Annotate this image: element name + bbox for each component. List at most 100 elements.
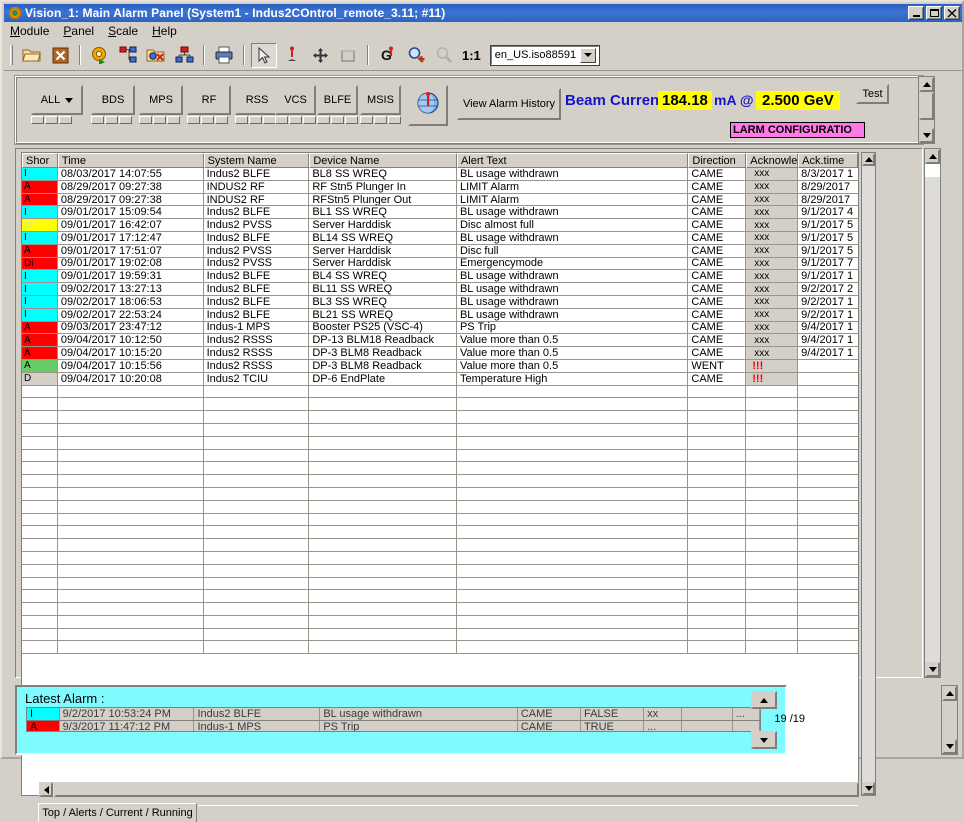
select-arrow-icon[interactable] xyxy=(251,42,277,68)
alarm-table-horizontal-scrollbar[interactable] xyxy=(39,782,859,797)
table-row[interactable]: A 08/29/2017 09:27:38 INDUS2 RF RFStn5 Plun… xyxy=(22,193,858,207)
table-row[interactable]: I 09/02/2017 18:06:53 Indus2 BLFE BL3 SS WR… xyxy=(22,295,858,309)
zoom-out-icon[interactable] xyxy=(431,43,457,68)
latest-alarm-row[interactable]: I 9/2/2017 10:53:24 PM Indus2 BLFE BL usage… xyxy=(27,708,760,721)
table-row[interactable]: A 09/04/2017 10:15:56 Indus2 RSSS DP-3 BLM8… xyxy=(22,359,858,373)
table-row-empty[interactable] xyxy=(22,551,858,565)
table-row[interactable]: I 09/02/2017 22:53:24 Indus2 BLFE BL21 SS W… xyxy=(22,308,858,322)
table-row-empty[interactable] xyxy=(22,526,858,540)
scroll-left-icon[interactable] xyxy=(39,782,53,797)
test-button[interactable]: Test xyxy=(856,84,889,104)
menu-item-help[interactable]: Help xyxy=(152,24,177,38)
bottom-panel-scrollbar[interactable] xyxy=(941,685,958,755)
alarm-table-vertical-scrollbar[interactable] xyxy=(861,152,876,796)
table-row[interactable]: Di 09/01/2017 19:02:08 Indus2 PVSS Server H… xyxy=(22,257,858,271)
scroll-down-icon[interactable] xyxy=(862,782,875,795)
table-row[interactable]: A 09/01/2017 17:51:07 Indus2 PVSS Server Ha… xyxy=(22,244,858,258)
locale-select[interactable]: en_US.iso88591 xyxy=(489,44,600,66)
scroll-down-icon[interactable] xyxy=(925,662,940,677)
system-button-rss[interactable]: RSS xyxy=(235,85,279,115)
scroll-thumb[interactable] xyxy=(54,782,859,797)
table-row-empty[interactable] xyxy=(22,539,858,552)
column-header-acktime[interactable]: Ack.time xyxy=(798,153,858,168)
gear-play-icon[interactable] xyxy=(87,43,113,68)
table-row-empty[interactable] xyxy=(22,615,858,629)
table-row[interactable]: I 09/01/2017 17:12:47 Indus2 BLFE BL14 SS W… xyxy=(22,231,858,245)
table-row-empty[interactable] xyxy=(22,423,858,437)
table-row-empty[interactable] xyxy=(22,564,858,578)
scroll-up-icon[interactable] xyxy=(925,149,940,164)
scroll-down-icon[interactable] xyxy=(942,739,957,754)
column-header-device[interactable]: Device Name xyxy=(309,153,457,168)
zoom-in-icon[interactable] xyxy=(403,43,429,68)
table-row-empty[interactable] xyxy=(22,385,858,399)
scroll-down-icon[interactable] xyxy=(751,731,777,749)
maximize-button[interactable] xyxy=(926,6,942,20)
table-row-empty[interactable] xyxy=(22,577,858,591)
module-tree-icon[interactable] xyxy=(115,43,141,68)
scroll-up-icon[interactable] xyxy=(919,77,934,92)
zoom-ratio-label[interactable]: 1:1 xyxy=(462,48,481,63)
scroll-up-icon[interactable] xyxy=(942,686,957,701)
open-folder-icon[interactable] xyxy=(19,43,45,68)
table-row[interactable]: W 09/01/2017 16:42:07 Indus2 PVSS Server Ha… xyxy=(22,219,858,232)
rotate-icon[interactable]: G xyxy=(375,43,401,68)
system-button-blfe[interactable]: BLFE xyxy=(317,85,358,115)
table-row[interactable]: A 08/29/2017 09:27:38 INDUS2 RF RF Stn5 Plu… xyxy=(22,180,858,194)
table-row[interactable]: I 09/01/2017 15:09:54 Indus2 BLFE BL1 SS WR… xyxy=(22,206,858,220)
minimize-button[interactable] xyxy=(908,6,924,20)
menu-item-module[interactable]: MModuleodule xyxy=(10,24,49,38)
tab-top-alerts-current-running[interactable]: Top / Alerts / Current / Running xyxy=(38,803,197,822)
system-button-rf[interactable]: RF xyxy=(187,85,231,115)
table-row-empty[interactable] xyxy=(22,628,858,642)
print-icon[interactable] xyxy=(211,43,237,68)
close-panel-icon[interactable] xyxy=(47,43,73,68)
table-row[interactable]: A 09/04/2017 10:12:50 Indus2 RSSS DP-13 BLM… xyxy=(22,334,858,348)
table-row[interactable]: I 09/02/2017 13:27:13 Indus2 BLFE BL11 SS W… xyxy=(22,283,858,296)
folder-settings-icon[interactable] xyxy=(143,43,169,68)
scroll-up-icon[interactable] xyxy=(862,153,875,166)
system-button-bds[interactable]: BDS xyxy=(91,85,135,115)
table-row[interactable]: I 08/03/2017 14:07:55 Indus2 BLFE BL8 SS WR… xyxy=(22,168,858,181)
table-row[interactable]: I 09/01/2017 19:59:31 Indus2 BLFE BL4 SS WR… xyxy=(22,270,858,284)
menu-item-panel[interactable]: Panel xyxy=(63,24,94,38)
move-icon[interactable] xyxy=(307,43,333,68)
column-header-status[interactable]: Shor xyxy=(22,153,58,168)
table-row[interactable]: A 09/04/2017 10:15:20 Indus2 RSSS DP-3 BLM8… xyxy=(22,347,858,360)
table-row-empty[interactable] xyxy=(22,411,858,424)
table-row-empty[interactable] xyxy=(22,513,858,527)
column-header-direction[interactable]: Direction xyxy=(688,153,747,168)
table-row[interactable]: D 09/04/2017 10:20:08 Indus2 TCIU DP-6 EndP… xyxy=(22,372,858,386)
table-row-empty[interactable] xyxy=(22,603,858,616)
column-header-time[interactable]: Time xyxy=(57,153,204,168)
column-header-alert[interactable]: Alert Text xyxy=(456,153,689,168)
table-row-empty[interactable] xyxy=(22,500,858,514)
table-row-empty[interactable] xyxy=(22,436,858,450)
system-button-all[interactable]: ALL xyxy=(31,85,83,115)
column-header-system[interactable]: System Name xyxy=(203,153,310,168)
chevron-down-icon[interactable] xyxy=(579,47,596,63)
table-row-empty[interactable] xyxy=(22,449,858,463)
table-row-empty[interactable] xyxy=(22,641,858,655)
scroll-down-icon[interactable] xyxy=(919,128,934,143)
table-row-empty[interactable] xyxy=(22,475,858,488)
table-row-empty[interactable] xyxy=(22,487,858,501)
table-row-empty[interactable] xyxy=(22,462,858,476)
table-row-empty[interactable] xyxy=(22,398,858,412)
system-button-mps[interactable]: MPS xyxy=(139,85,183,115)
filter-panel-scrollbar[interactable] xyxy=(918,76,935,144)
hierarchy-icon[interactable] xyxy=(171,43,197,68)
table-row[interactable]: A 09/03/2017 23:47:12 Indus-1 MPS Booster P… xyxy=(22,321,858,335)
rectangle-icon[interactable] xyxy=(335,43,361,68)
close-button[interactable] xyxy=(944,6,960,20)
toolbar-grip[interactable] xyxy=(10,45,13,65)
latest-alarm-row[interactable]: A 9/3/2017 11:47:12 PM Indus-1 MPS PS Trip C… xyxy=(27,721,760,731)
view-alarm-history-button[interactable]: View Alarm History xyxy=(457,88,561,120)
scroll-thumb[interactable] xyxy=(919,92,934,120)
globe-button[interactable] xyxy=(408,85,448,126)
system-button-msis[interactable]: MSIS xyxy=(360,85,401,115)
menu-item-scale[interactable]: Scale xyxy=(108,24,138,38)
column-header-acknowledge[interactable]: Acknowle xyxy=(746,153,799,168)
debug-icon[interactable] xyxy=(279,43,305,68)
system-button-vcs[interactable]: VCS xyxy=(275,85,316,115)
